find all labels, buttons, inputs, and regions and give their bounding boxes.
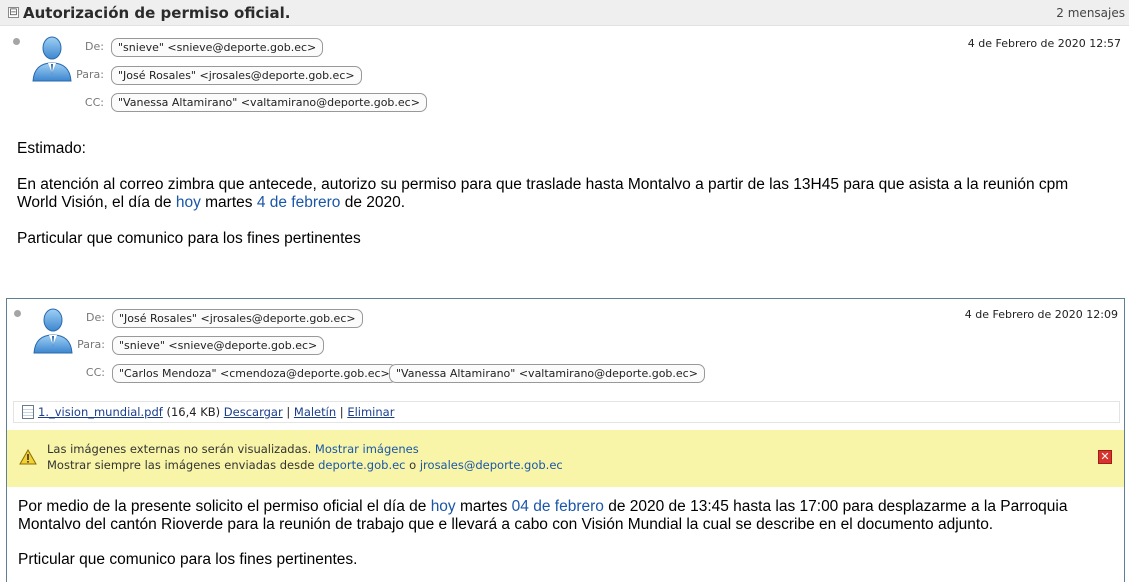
thread-title: Autorización de permiso oficial. xyxy=(23,4,291,22)
show-images-link[interactable]: Mostrar imágenes xyxy=(315,442,419,456)
from-label: De: xyxy=(85,40,104,53)
date-link-hoy[interactable]: hoy xyxy=(176,194,201,211)
from-label: De: xyxy=(86,311,105,324)
to-label: Para: xyxy=(76,68,104,81)
warning-line-2: Mostrar siempre las imágenes enviadas de… xyxy=(47,458,563,472)
message-date: 4 de Febrero de 2020 12:57 xyxy=(967,37,1121,50)
document-icon xyxy=(22,405,34,419)
cc-address-chip[interactable]: "Carlos Mendoza" <cmendoza@deporte.gob.e… xyxy=(112,364,397,383)
read-status-dot[interactable] xyxy=(14,310,21,317)
read-status-dot[interactable] xyxy=(13,38,20,45)
message-2[interactable]: De: "José Rosales" <jrosales@deporte.gob… xyxy=(6,298,1125,582)
message-count: 2 mensajes xyxy=(1056,6,1125,20)
to-address-chip[interactable]: "snieve" <snieve@deporte.gob.ec> xyxy=(112,336,325,355)
from-address-chip[interactable]: "José Rosales" <jrosales@deporte.gob.ec> xyxy=(112,309,363,328)
thread-header: ⊟ Autorización de permiso oficial. 2 men… xyxy=(0,0,1129,26)
always-show-sender-link[interactable]: jrosales@deporte.gob.ec xyxy=(420,458,563,472)
close-icon[interactable]: ✕ xyxy=(1098,450,1112,464)
external-images-warning: Las imágenes externas no serán visualiza… xyxy=(7,430,1124,487)
always-show-domain-link[interactable]: deporte.gob.ec xyxy=(318,458,405,472)
download-link[interactable]: Descargar xyxy=(224,405,283,419)
from-address-chip[interactable]: "snieve" <snieve@deporte.gob.ec> xyxy=(111,38,324,57)
message-date: 4 de Febrero de 2020 12:09 xyxy=(964,308,1118,321)
cc-label: CC: xyxy=(84,96,104,109)
warning-icon xyxy=(19,449,37,465)
cc-address-chip[interactable]: "Vanessa Altamirano" <valtamirano@deport… xyxy=(111,93,427,112)
warning-line-1: Las imágenes externas no serán visualiza… xyxy=(47,442,419,456)
cc-label: CC: xyxy=(85,366,105,379)
cc-address-chip[interactable]: "Vanessa Altamirano" <valtamirano@deport… xyxy=(389,364,705,383)
date-link-hoy[interactable]: hoy xyxy=(431,498,456,515)
briefcase-link[interactable]: Maletín xyxy=(294,405,336,419)
delete-link[interactable]: Eliminar xyxy=(347,405,394,419)
collapse-thread-icon[interactable]: ⊟ xyxy=(8,7,19,18)
date-link[interactable]: 04 de febrero xyxy=(512,498,604,515)
body-paragraph: Por medio de la presente solicito el per… xyxy=(18,498,1068,533)
body-paragraph: En atención al correo zimbra que anteced… xyxy=(17,176,1069,211)
date-link[interactable]: 4 de febrero xyxy=(257,194,341,211)
body-closing: Particular que comunico para los fines p… xyxy=(17,230,361,247)
attachment-name-link[interactable]: 1._vision_mundial.pdf xyxy=(38,405,163,419)
attachment-row: 1._vision_mundial.pdf (16,4 KB) Descarga… xyxy=(13,401,1120,423)
body-greeting: Estimado: xyxy=(17,140,86,157)
message-1[interactable]: De: "snieve" <snieve@deporte.gob.ec> Par… xyxy=(0,27,1129,297)
body-closing: Prticular que comunico para los fines pe… xyxy=(18,551,358,568)
to-address-chip[interactable]: "José Rosales" <jrosales@deporte.gob.ec> xyxy=(111,66,362,85)
to-label: Para: xyxy=(77,338,105,351)
attachment-size: (16,4 KB) xyxy=(166,405,221,419)
